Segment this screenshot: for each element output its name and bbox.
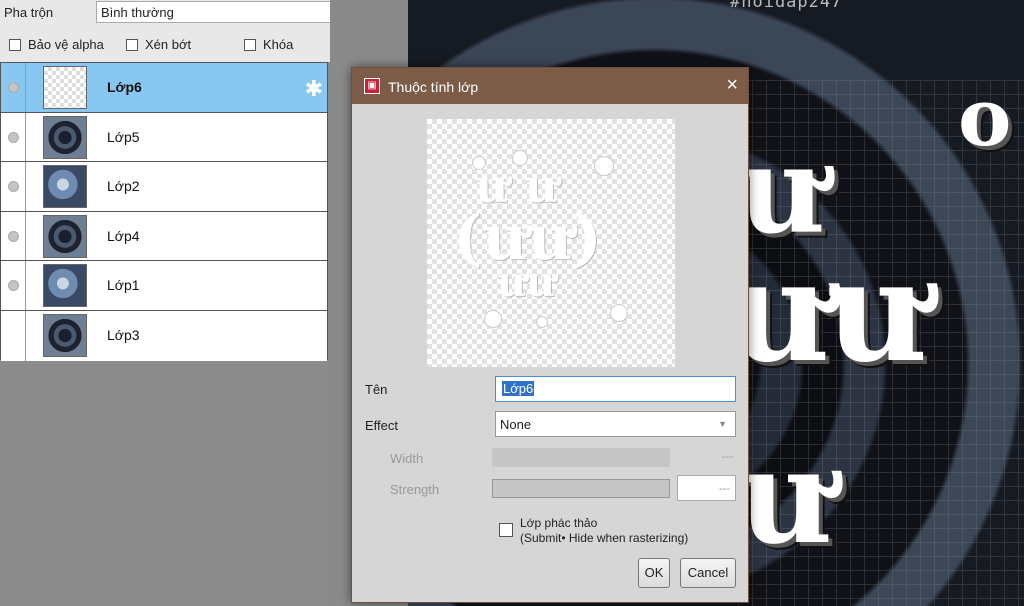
artwork-letters: ưư <box>728 230 928 394</box>
visibility-icon[interactable] <box>8 131 19 143</box>
preview-dot <box>537 317 547 327</box>
layer-name-input[interactable]: Lớp6 <box>495 376 736 402</box>
layer-options-row: Bảo vệ alpha Xén bớt Khóa <box>0 28 350 62</box>
cancel-button[interactable]: Cancel <box>680 558 736 588</box>
layer-name: Lớp1 <box>107 277 140 294</box>
column-divider <box>25 261 26 310</box>
layer-name: Lớp4 <box>107 227 140 244</box>
lock-label: Khóa <box>263 37 294 52</box>
canvas-watermark-text: #hoidap247 <box>730 0 843 12</box>
preview-dot <box>595 157 613 175</box>
layer-row-lop6[interactable]: Lớp6 ✱ <box>1 63 327 113</box>
column-divider <box>25 63 26 112</box>
column-divider <box>25 162 26 211</box>
layer-row-lop2[interactable]: Lớp2 <box>1 162 327 212</box>
clip-checkbox[interactable]: Xén bớt <box>126 37 191 52</box>
draft-layer-label: Lớp phác thảo (Submit• Hide when rasteri… <box>520 516 688 546</box>
layer-name: Lớp2 <box>107 178 140 195</box>
artwork-letters: ư <box>738 420 833 573</box>
dialog-title: Thuộc tính lớp <box>388 79 479 95</box>
blend-mode-value: Bình thường <box>101 5 174 20</box>
preview-dot <box>611 305 627 321</box>
layer-preview: ư ư (ưư) ưư <box>427 119 675 367</box>
name-label: Tên <box>365 382 388 397</box>
preview-letters: ưư <box>497 259 556 306</box>
protect-alpha-label: Bảo vệ alpha <box>28 37 104 52</box>
layers-list: Lớp6 ✱ Lớp5 Lớp2 Lớp4 Lớp1 Lớp3 <box>0 62 328 361</box>
checkbox-box[interactable] <box>244 38 256 51</box>
effect-value: None <box>500 417 532 432</box>
checkbox-box[interactable] <box>9 38 21 51</box>
gear-icon[interactable]: ✱ <box>305 76 323 102</box>
effect-select[interactable]: None ▼ <box>495 411 736 437</box>
layer-panel: Pha trộn Bình thường ▼ Bảo vệ alpha Xén … <box>0 0 350 606</box>
blend-mode-select[interactable]: Bình thường ▼ <box>96 1 344 23</box>
dialog-titlebar[interactable]: ▣ Thuộc tính lớp × <box>352 68 748 104</box>
visibility-icon[interactable] <box>8 181 19 193</box>
preview-dot <box>473 157 485 169</box>
layer-row-lop3[interactable]: Lớp3 <box>1 310 327 361</box>
strength-input[interactable]: --- <box>677 475 736 501</box>
column-divider <box>25 310 26 361</box>
width-label: Width <box>390 451 424 466</box>
checkbox-box[interactable] <box>126 38 138 51</box>
strength-slider[interactable] <box>492 479 670 498</box>
column-divider <box>25 211 26 261</box>
visibility-icon[interactable] <box>8 280 19 292</box>
draft-layer-label-line1: Lớp phác thảo <box>520 516 598 530</box>
clip-label: Xén bớt <box>145 37 192 52</box>
blend-mode-row: Pha trộn Bình thường ▼ <box>0 0 350 28</box>
artwork-letters: o <box>958 70 1011 164</box>
preview-dot <box>485 311 501 327</box>
width-value: --- <box>722 451 733 463</box>
visibility-icon[interactable] <box>8 82 19 93</box>
chevron-down-icon: ▼ <box>718 419 727 429</box>
column-divider <box>25 112 26 162</box>
layer-row-lop4[interactable]: Lớp4 <box>1 211 327 262</box>
draft-layer-label-line2: (Submit• Hide when rasterizing) <box>520 531 689 545</box>
layer-thumbnail <box>43 115 87 159</box>
lock-checkbox[interactable]: Khóa <box>244 37 293 52</box>
layer-row-lop1[interactable]: Lớp1 <box>1 261 327 311</box>
layer-thumbnail <box>43 165 87 209</box>
visibility-icon[interactable] <box>8 230 19 242</box>
app-icon: ▣ <box>364 78 380 94</box>
layer-properties-dialog: ▣ Thuộc tính lớp × ư ư (ưư) ưư Tên Lớp6 … <box>351 67 749 603</box>
layer-name: Lớp3 <box>107 326 140 343</box>
layer-name-value: Lớp6 <box>502 381 535 396</box>
ok-button[interactable]: OK <box>638 558 670 588</box>
protect-alpha-checkbox[interactable]: Bảo vệ alpha <box>9 37 104 52</box>
preview-dot <box>513 151 527 165</box>
strength-label: Strength <box>390 482 440 497</box>
layer-name: Lớp6 <box>107 79 142 95</box>
blend-mode-label: Pha trộn <box>4 5 54 20</box>
layer-thumbnail <box>43 66 87 109</box>
close-icon[interactable]: × <box>726 74 738 97</box>
layer-thumbnail <box>43 264 87 308</box>
layer-name: Lớp5 <box>107 128 140 145</box>
layer-thumbnail <box>43 313 87 357</box>
width-slider[interactable] <box>492 448 670 467</box>
layer-thumbnail <box>43 214 87 258</box>
layer-row-lop5[interactable]: Lớp5 <box>1 112 327 163</box>
draft-layer-checkbox[interactable] <box>499 523 513 537</box>
effect-label: Effect <box>365 418 399 433</box>
